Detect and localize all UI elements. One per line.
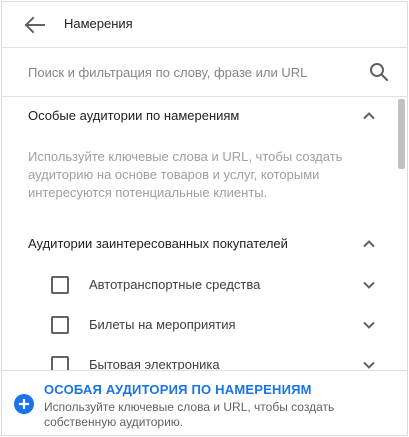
list-item: Автотранспортные средства — [2, 265, 394, 305]
section-label: Особые аудитории по намерениям — [28, 108, 240, 123]
create-custom-audience-link[interactable]: ОСОБАЯ АУДИТОРИЯ ПО НАМЕРЕНИЯМ — [44, 382, 312, 397]
footer-description: Используйте ключевые слова и URL, чтобы … — [44, 400, 335, 429]
search-icon — [370, 63, 389, 82]
section-in-market-header[interactable]: Аудитории заинтересованных покупателей — [2, 226, 394, 262]
chevron-up-icon — [363, 240, 375, 248]
back-button[interactable] — [22, 13, 48, 37]
search-bar — [2, 49, 407, 97]
section-description: Используйте ключевые слова и URL, чтобы … — [28, 149, 343, 200]
search-input[interactable] — [28, 61, 358, 83]
list-item: Билеты на мероприятия — [2, 305, 394, 345]
audience-panel: Намерения Особые аудитории по намерениям… — [1, 1, 408, 436]
checkbox[interactable] — [51, 276, 69, 294]
chevron-up-icon — [363, 112, 375, 120]
chevron-down-icon[interactable] — [360, 316, 378, 334]
list-item: Бытовая электроника — [2, 345, 394, 370]
chevron-down-icon[interactable] — [360, 276, 378, 294]
scrollbar-thumb[interactable] — [398, 99, 405, 169]
chevron-down-icon[interactable] — [360, 356, 378, 370]
checkbox[interactable] — [51, 356, 69, 370]
item-label: Автотранспортные средства — [89, 277, 261, 292]
create-custom-audience[interactable]: ОСОБАЯ АУДИТОРИЯ ПО НАМЕРЕНИЯМ Используй… — [2, 370, 407, 435]
arrow-back-icon — [24, 16, 45, 34]
section-custom-intent-header[interactable]: Особые аудитории по намерениям — [2, 98, 394, 134]
panel-header: Намерения — [2, 2, 407, 48]
search-button[interactable] — [368, 61, 390, 83]
page-title: Намерения — [64, 16, 133, 31]
audience-list[interactable]: Особые аудитории по намерениям Используй… — [2, 98, 407, 370]
checkbox[interactable] — [51, 316, 69, 334]
item-label: Билеты на мероприятия — [89, 317, 236, 332]
add-circle-icon[interactable] — [14, 394, 34, 414]
section-label: Аудитории заинтересованных покупателей — [28, 236, 288, 251]
item-label: Бытовая электроника — [89, 357, 220, 370]
